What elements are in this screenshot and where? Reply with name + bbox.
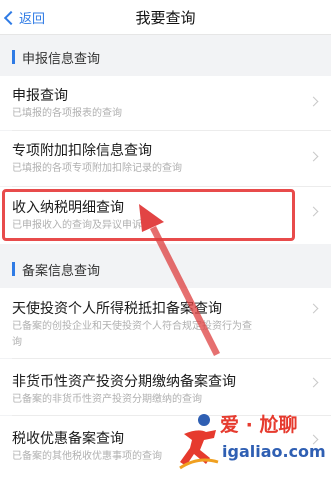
- runner-icon: [179, 414, 219, 470]
- arrow-shaft: [150, 226, 220, 356]
- watermark-brand: 爱 · 尬聊: [220, 414, 298, 436]
- watermark-logo: 爱 · 尬聊 igaliao.com: [176, 408, 326, 474]
- arrow-head: [139, 204, 164, 232]
- watermark-domain: igaliao.com: [222, 442, 326, 461]
